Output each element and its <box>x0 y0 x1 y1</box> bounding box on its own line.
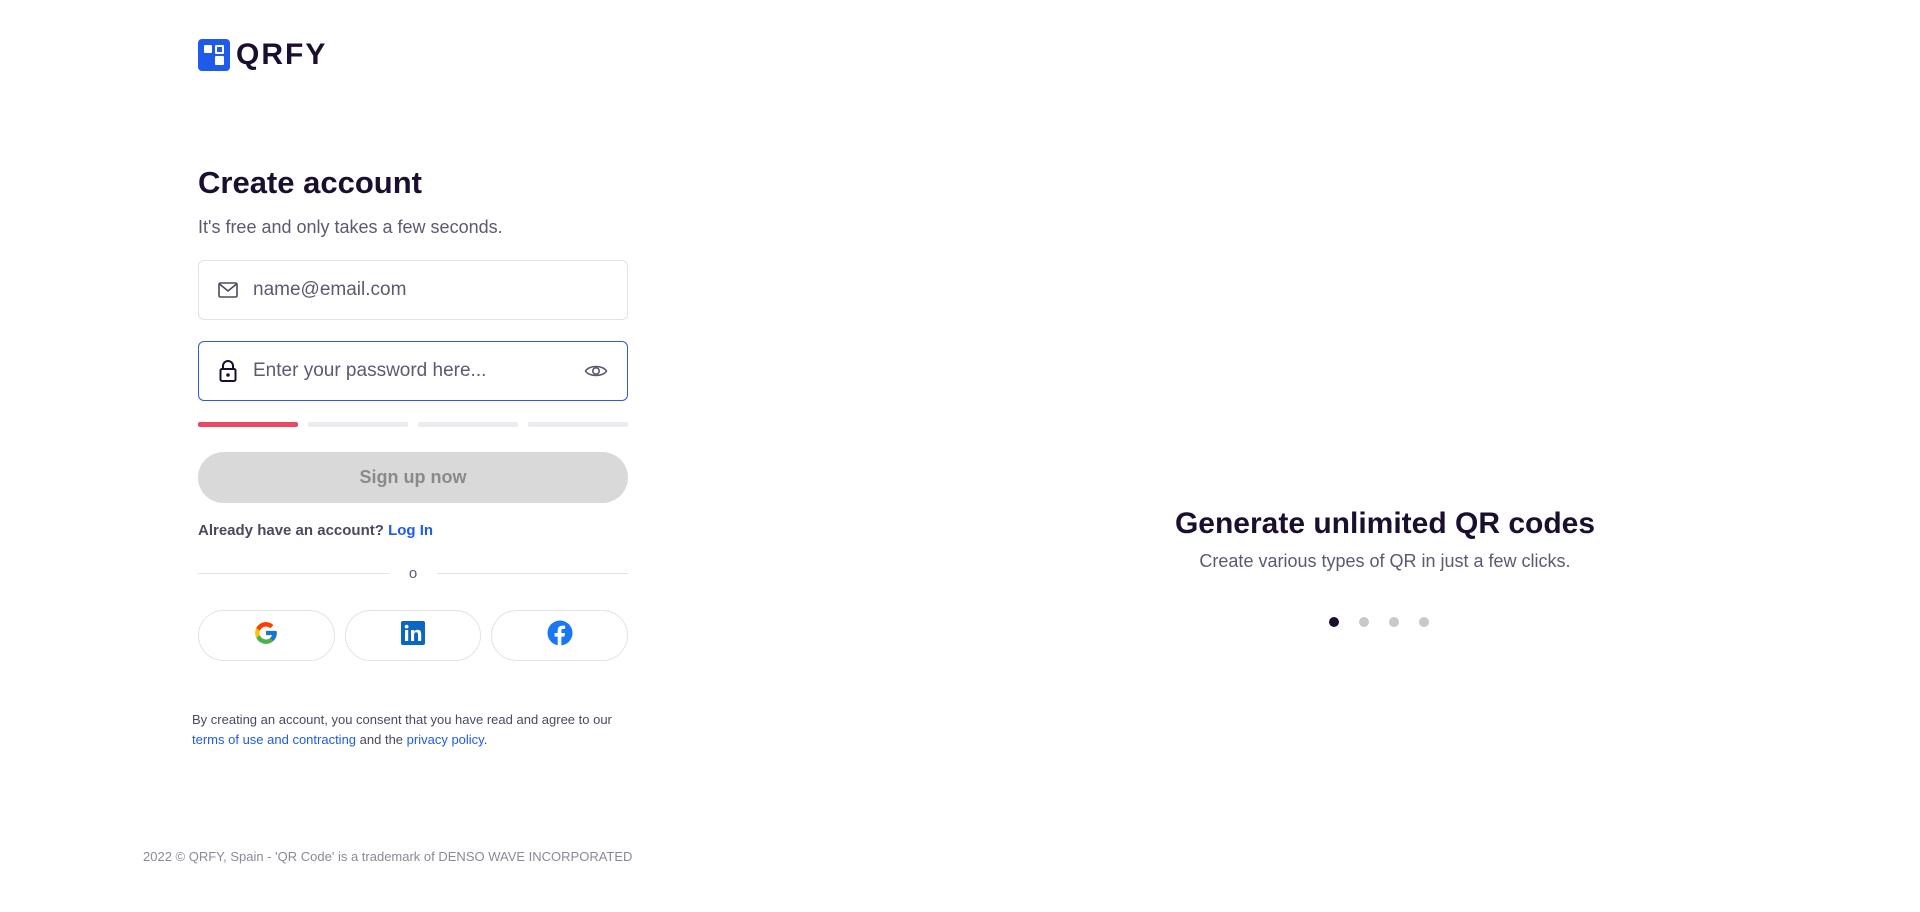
carousel-dot[interactable] <box>1359 617 1369 627</box>
hero-title: Generate unlimited QR codes <box>1174 507 1596 540</box>
brand-name: QRFY <box>236 38 328 71</box>
password-strength-meter <box>198 422 628 427</box>
google-icon <box>253 620 279 651</box>
hero-subtitle: Create various types of QR in just a few… <box>1199 551 1571 571</box>
password-field[interactable] <box>198 341 628 401</box>
eye-icon[interactable] <box>583 358 609 384</box>
consent-text: By creating an account, you consent that… <box>192 712 612 727</box>
facebook-login-button[interactable] <box>491 610 629 661</box>
terms-link[interactable]: terms of use and contracting <box>192 732 356 747</box>
lock-icon <box>217 360 239 382</box>
login-prompt: Already have an account? Log In <box>198 522 433 539</box>
facebook-icon <box>547 620 573 651</box>
consent-notice: By creating an account, you consent that… <box>192 710 652 750</box>
signup-button[interactable]: Sign up now <box>198 452 628 503</box>
carousel-dot[interactable] <box>1329 617 1339 627</box>
or-divider: o <box>198 565 628 582</box>
consent-text-middle: and the <box>359 732 404 747</box>
email-input[interactable] <box>251 278 609 302</box>
brand-logo[interactable]: QRFY <box>198 38 327 72</box>
password-input[interactable] <box>251 359 583 383</box>
login-prompt-text: Already have an account? <box>198 522 384 539</box>
linkedin-icon <box>401 621 425 650</box>
page-subtitle: It's free and only takes a few seconds. <box>198 217 503 237</box>
signup-form: Create account It's free and only takes … <box>198 165 629 661</box>
strength-segment <box>308 422 408 427</box>
qrfy-logo-icon <box>198 39 230 71</box>
footer-copyright: 2022 © QRFY, Spain - 'QR Code' is a trad… <box>143 849 633 864</box>
mail-icon <box>217 279 239 301</box>
divider-line <box>198 573 389 574</box>
hero-panel: Generate unlimited QR codes Create vario… <box>1060 507 1710 572</box>
carousel-dot[interactable] <box>1389 617 1399 627</box>
google-login-button[interactable] <box>198 610 335 661</box>
linkedin-login-button[interactable] <box>344 610 482 661</box>
social-login-group <box>198 610 629 661</box>
strength-segment <box>198 422 298 427</box>
strength-segment <box>418 422 518 427</box>
divider-text: o <box>408 565 418 582</box>
strength-segment <box>528 422 628 427</box>
page-title: Create account <box>198 165 422 200</box>
divider-line <box>437 573 628 574</box>
privacy-link[interactable]: privacy policy <box>407 732 484 747</box>
carousel-dot[interactable] <box>1419 617 1429 627</box>
email-field[interactable] <box>198 260 628 320</box>
carousel-dots <box>1329 617 1429 627</box>
login-link[interactable]: Log In <box>388 522 433 539</box>
consent-text-end: . <box>483 732 488 747</box>
